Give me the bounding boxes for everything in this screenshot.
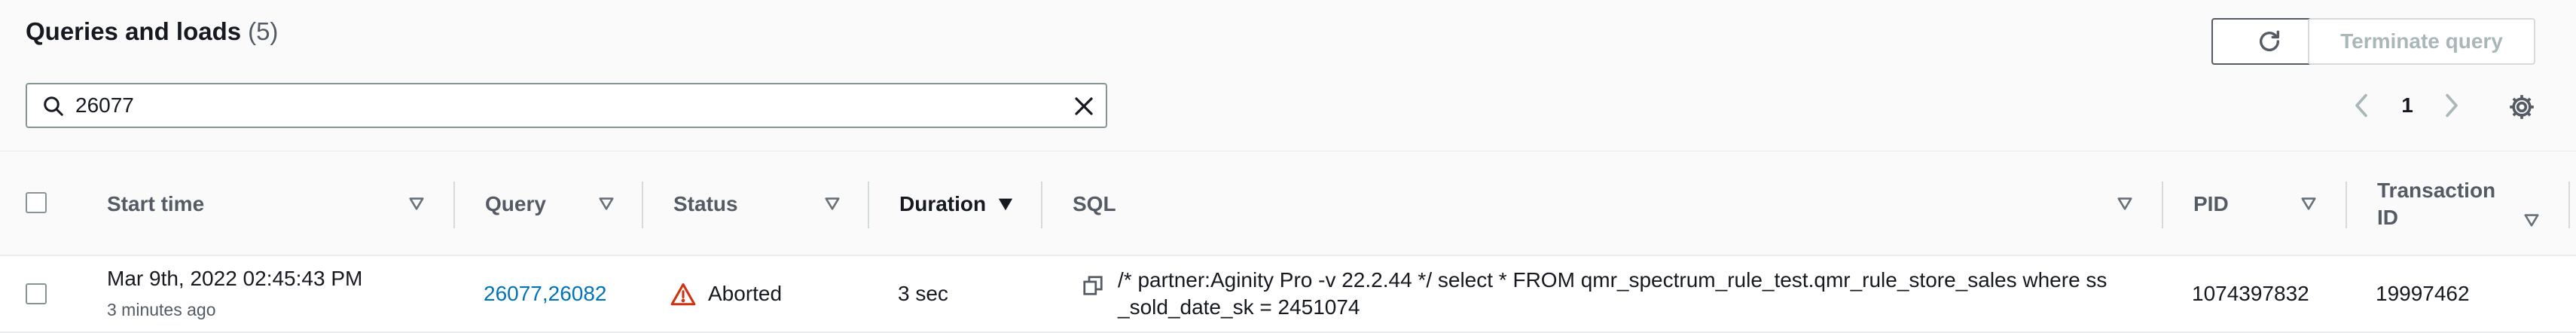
sort-icon[interactable] — [408, 195, 425, 212]
transaction-id-cell: 19997462 — [2376, 282, 2470, 305]
sort-icon[interactable] — [824, 195, 841, 212]
close-icon[interactable] — [1073, 95, 1095, 118]
current-page[interactable]: 1 — [2392, 90, 2422, 121]
pid-cell: 1074397832 — [2192, 282, 2309, 305]
column-label: PID — [2193, 192, 2229, 215]
page-title-text: Queries and loads — [26, 17, 242, 45]
query-id-link[interactable]: 26077,26082 — [484, 282, 607, 306]
column-label: ID — [2377, 206, 2398, 229]
sql-cell: /* partner:Aginity Pro -v 22.2.44 */ sel… — [1118, 268, 2107, 319]
row-checkbox[interactable] — [26, 283, 47, 304]
column-divider[interactable] — [2162, 182, 2163, 228]
column-header-transaction-id[interactable]: Transaction ID — [2377, 151, 2495, 257]
column-header-pid[interactable]: PID — [2193, 151, 2229, 257]
page-title: Queries and loads (5) — [26, 14, 278, 50]
gear-icon[interactable] — [2507, 92, 2537, 122]
column-header-status[interactable]: Status — [673, 151, 738, 257]
terminate-query-label: Terminate query — [2340, 29, 2503, 53]
column-label: Start time — [107, 192, 205, 215]
start-time-cell: Mar 9th, 2022 02:45:43 PM — [107, 267, 363, 290]
column-label: Transaction — [2377, 179, 2496, 202]
search-input[interactable] — [75, 89, 1039, 122]
column-divider[interactable] — [2346, 182, 2347, 228]
column-header-query[interactable]: Query — [485, 151, 546, 257]
column-header-duration[interactable]: Duration — [899, 151, 986, 257]
column-divider[interactable] — [868, 182, 869, 228]
column-label: Status — [673, 192, 738, 215]
column-label: Duration — [899, 192, 987, 215]
query-count: (5) — [248, 17, 279, 45]
column-header-start-time[interactable]: Start time — [107, 151, 204, 257]
search-box[interactable] — [26, 83, 1107, 128]
chevron-left-icon[interactable] — [2350, 92, 2373, 119]
table-header: Start time Query Status Duration SQL PID… — [0, 151, 2576, 256]
column-divider[interactable] — [1041, 182, 1042, 228]
column-divider[interactable] — [2568, 182, 2570, 228]
terminate-query-button[interactable]: Terminate query — [2308, 18, 2535, 65]
sort-icon[interactable] — [2523, 212, 2540, 228]
table-row[interactable]: Mar 9th, 2022 02:45:43 PM 3 minutes ago … — [0, 256, 2576, 333]
relative-time: 3 minutes ago — [107, 300, 216, 319]
select-all-checkbox[interactable] — [26, 192, 47, 213]
column-divider[interactable] — [642, 182, 643, 228]
sort-icon[interactable] — [2117, 195, 2133, 212]
duration-cell: 3 sec — [898, 282, 948, 305]
status-text: Aborted — [708, 282, 783, 305]
chevron-right-icon[interactable] — [2440, 92, 2463, 119]
sort-icon[interactable] — [2300, 195, 2317, 212]
column-header-sql[interactable]: SQL — [1073, 151, 1116, 257]
sort-descending-icon[interactable] — [997, 196, 1014, 212]
column-divider[interactable] — [453, 182, 455, 228]
refresh-icon — [2259, 30, 2280, 51]
sort-icon[interactable] — [598, 195, 615, 212]
column-label: SQL — [1073, 192, 1116, 215]
search-icon — [44, 96, 63, 116]
copy-icon[interactable] — [1082, 274, 1104, 297]
warning-icon — [670, 283, 696, 306]
column-label: Query — [485, 192, 546, 215]
